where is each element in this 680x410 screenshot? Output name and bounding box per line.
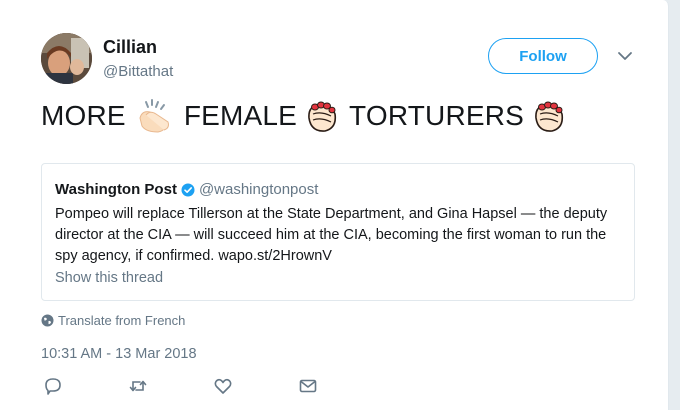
follow-button[interactable]: Follow (488, 38, 598, 74)
clapping-hands-icon (308, 101, 337, 132)
tweet-text: MORE FEMALE TORTURERS (41, 98, 576, 134)
tweet-timestamp[interactable]: 10:31 AM - 13 Mar 2018 (41, 346, 197, 362)
user-handle[interactable]: @Bittathat (103, 63, 173, 80)
tweet-card: Cillian @Bittathat Follow MORE FEMALE TO… (0, 0, 669, 410)
direct-message-icon[interactable] (298, 376, 318, 396)
quoted-tweet[interactable]: Washington Post @washingtonpost Pompeo w… (41, 163, 635, 301)
quoted-tweet-text: Pompeo will replace Tillerson at the Sta… (55, 206, 608, 264)
verified-badge-icon (181, 183, 195, 196)
translate-label: Translate from French (58, 313, 186, 328)
clapping-hands-icon (139, 99, 169, 133)
chevron-down-icon[interactable] (617, 50, 633, 62)
globe-icon (41, 314, 54, 327)
avatar[interactable] (41, 33, 92, 84)
clapping-hands-icon (535, 101, 564, 132)
tweet-word: MORE (41, 100, 126, 131)
quoted-tweet-header: Washington Post @washingtonpost (55, 181, 318, 198)
tweet-word: FEMALE (183, 100, 298, 131)
quoted-user-handle[interactable]: @washingtonpost (199, 181, 318, 198)
reply-icon[interactable] (43, 376, 63, 396)
quoted-user-name[interactable]: Washington Post (55, 181, 177, 198)
show-thread-link[interactable]: Show this thread (55, 270, 163, 286)
retweet-icon[interactable] (128, 376, 148, 396)
tweet-word: TORTURERS (349, 100, 525, 131)
translate-link[interactable]: Translate from French (41, 313, 185, 328)
user-display-name[interactable]: Cillian (103, 37, 157, 58)
like-icon[interactable] (213, 376, 233, 396)
